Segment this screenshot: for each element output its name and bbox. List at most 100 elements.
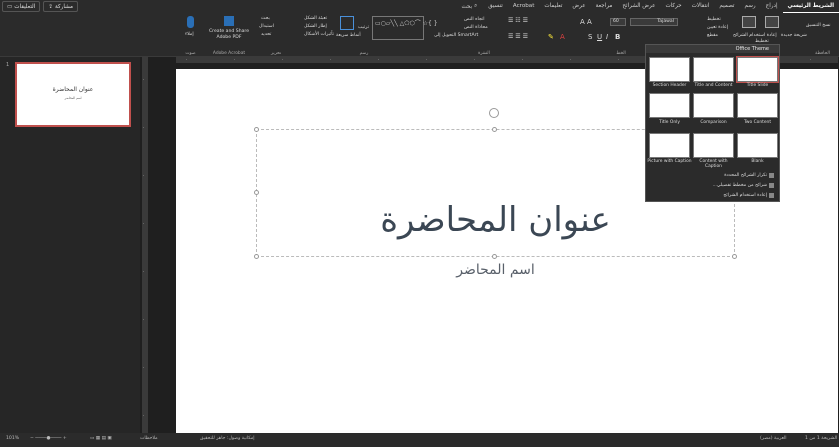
shapes-icons: ▭○▱╲╲ △⬠⬡⌒ ☆{ } <box>375 20 438 27</box>
shapes-gallery[interactable]: ▭○▱╲╲ △⬠⬡⌒ ☆{ } <box>372 16 438 40</box>
arrange-button[interactable]: ترتيب <box>358 25 369 30</box>
tab-home[interactable]: الشريط الرئيسي <box>782 0 839 13</box>
comments-button[interactable]: ▭ التعليقات <box>2 1 41 12</box>
shadow-button[interactable]: S <box>588 33 592 41</box>
layout-title-slide-label: Title Slide <box>746 83 769 88</box>
create-pdf-button[interactable]: Create and Share Adobe PDF <box>205 29 253 41</box>
view-buttons[interactable]: ▭ ▦ ▤ ▣ <box>90 436 112 441</box>
thumbnail-subtitle: اسم المحاضر <box>64 96 82 100</box>
search-box[interactable]: ⌕ بحث <box>455 3 483 10</box>
tab-format[interactable]: تنسيق <box>483 0 508 13</box>
notes-button[interactable]: ملاحظات <box>140 436 158 441</box>
slide-title[interactable]: عنوان المحاضرة <box>256 200 735 260</box>
comments-label: التعليقات <box>14 3 36 10</box>
new-slide-button[interactable]: شريحة جديدة <box>781 33 807 38</box>
align-text-button[interactable]: محاذاة النص <box>464 25 488 30</box>
powerpoint-window: الشريط الرئيسي إدراج رسم تصميم انتقالات … <box>0 0 839 447</box>
layout-title-only[interactable] <box>649 93 690 118</box>
tab-draw[interactable]: رسم <box>739 0 760 13</box>
underline-button[interactable]: U <box>597 33 602 41</box>
search-icon: ⌕ <box>474 3 478 9</box>
slide-subtitle[interactable]: اسم المحاضر <box>256 262 735 278</box>
voice-group-label: صوت <box>185 51 196 56</box>
slide-thumbnail-1[interactable]: عنوان المحاضرة اسم المحاضر <box>15 62 131 127</box>
font-color-button[interactable]: A <box>560 33 565 41</box>
ruler-tick: · <box>522 57 524 62</box>
bullets-icon[interactable]: ☰ ☷ ☰ <box>508 17 528 24</box>
ruler-tick: · <box>570 57 572 62</box>
rotate-handle[interactable] <box>489 108 499 118</box>
outline-label: شرائح من مخطط تفصيلي... <box>712 183 768 188</box>
vruler-tick: · <box>143 125 145 130</box>
format-painter-button[interactable]: نسخ التنسيق <box>806 23 831 28</box>
layout-content-caption[interactable] <box>693 133 734 158</box>
tab-help[interactable]: تعليمات <box>539 0 567 13</box>
layout-section-header[interactable] <box>649 57 690 82</box>
tab-transitions[interactable]: انتقالات <box>687 0 715 13</box>
tab-insert[interactable]: إدراج <box>761 0 783 13</box>
layout-title-content[interactable] <box>693 57 734 82</box>
bold-button[interactable]: B <box>615 33 620 41</box>
ruler-tick: · <box>234 57 236 62</box>
vruler-tick: · <box>143 77 145 82</box>
shape-effects-button[interactable]: تأثيرات الأشكال <box>304 32 334 37</box>
resize-handle-tl[interactable] <box>254 127 259 132</box>
find-button[interactable]: بحث <box>261 16 270 21</box>
text-direction-button[interactable]: اتجاه النص <box>464 17 484 22</box>
microphone-icon <box>187 16 194 28</box>
layout-two-content[interactable] <box>737 93 778 118</box>
shape-fill-button[interactable]: تعبئة الشكل <box>304 16 327 21</box>
duplicate-slides-item[interactable]: تكرار الشرائح المحددة <box>724 173 774 178</box>
reuse-slides-button[interactable]: إعادة استخدام الشرائح <box>733 33 777 38</box>
zoom-level[interactable]: 101% <box>6 436 19 441</box>
tab-acrobat[interactable]: Acrobat <box>508 0 540 13</box>
layout-title-slide[interactable] <box>736 56 779 83</box>
reuse-slides-item[interactable]: إعادة استخدام الشرائح <box>723 193 774 198</box>
reset-button[interactable]: إعادة تعيين <box>707 25 728 30</box>
italic-button[interactable]: I <box>606 33 608 41</box>
font-size-value: 60 <box>613 19 619 24</box>
ruler-tick: · <box>618 57 620 62</box>
shape-outline-button[interactable]: إطار الشكل <box>304 24 327 29</box>
zoom-slider[interactable]: − ────●──── + <box>30 436 67 441</box>
paragraph-group-label: الفقرة <box>478 51 490 56</box>
tab-animations[interactable]: حركات <box>660 0 686 13</box>
paragraph-group: اتجاه النص محاذاة النص التحويل إلى Smart… <box>430 13 538 57</box>
editing-group: بحث استبدال تحديد تحرير <box>255 13 297 57</box>
search-label: بحث <box>461 3 473 10</box>
vruler-tick: · <box>143 365 145 370</box>
layout-comparison-label: Comparison <box>700 120 727 125</box>
dictate-button[interactable]: إملاء <box>185 32 194 37</box>
drawing-group-label: رسم <box>359 51 369 56</box>
select-button[interactable]: تحديد <box>261 32 271 37</box>
tab-slideshow[interactable]: عرض الشرائح <box>617 0 660 13</box>
section-button[interactable]: مقطع <box>707 33 718 38</box>
share-button[interactable]: ⇪ مشاركة <box>43 1 79 12</box>
resize-handle-t[interactable] <box>492 127 497 132</box>
resize-handle-l[interactable] <box>254 190 259 195</box>
layout-blank-label: Blank <box>751 159 764 164</box>
tab-review[interactable]: مراجعة <box>591 0 618 13</box>
layout-picture-caption[interactable] <box>649 133 690 158</box>
layout-dropdown[interactable]: تخطيط <box>707 17 721 22</box>
layout-icon <box>765 16 779 28</box>
ruler-tick: · <box>330 57 332 62</box>
smartart-button[interactable]: التحويل إلى SmartArt <box>434 33 478 38</box>
language-status[interactable]: العربية (مصر) <box>760 436 787 441</box>
layout-blank[interactable] <box>737 133 778 158</box>
accessibility-status[interactable]: إمكانية وصول: جاهز للتحقيق <box>200 436 255 441</box>
tab-design[interactable]: تصميم <box>714 0 739 13</box>
slides-from-outline-item[interactable]: شرائح من مخطط تفصيلي... <box>712 183 774 188</box>
acrobat-group-label: Adobe Acrobat <box>212 51 246 56</box>
layout-comparison[interactable] <box>693 93 734 118</box>
align-icon[interactable]: ☰ ☰ ☰ <box>508 33 528 40</box>
replace-button[interactable]: استبدال <box>259 24 274 29</box>
highlight-icon[interactable]: ✎ <box>548 33 554 41</box>
grow-font-icon[interactable]: A A <box>580 18 592 26</box>
quick-styles-button[interactable]: أنماط سريعة <box>336 33 361 38</box>
font-size-combo[interactable]: 60 <box>610 18 626 26</box>
share-label: مشاركة <box>54 3 74 10</box>
comment-icon: ▭ <box>7 3 13 10</box>
tab-view[interactable]: عرض <box>567 0 590 13</box>
font-name-combo[interactable]: Tajawal <box>630 18 678 26</box>
